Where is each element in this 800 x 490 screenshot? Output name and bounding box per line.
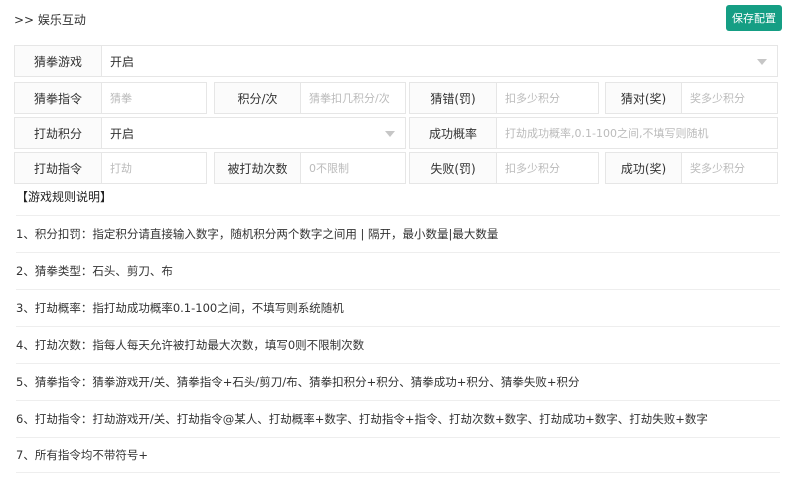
rob-prob-input[interactable]: 打劫成功概率,0.1-100之间,不填写则随机 [496, 117, 778, 149]
rule-item: 2、猜拳类型：石头、剪刀、布 [16, 252, 780, 288]
game-select-value: 开启 [110, 54, 135, 69]
rob-select[interactable]: 开启 [101, 117, 406, 149]
rob-times-input[interactable]: 0不限制 [300, 152, 406, 184]
chevron-down-icon [757, 59, 767, 65]
rob-prob-label: 成功概率 [409, 117, 497, 149]
guess-right-input[interactable]: 奖多少积分 [681, 82, 778, 114]
form-row-guess: 猜拳指令 猜拳 积分/次 猜拳扣几积分/次 猜错(罚) 扣多少积分 猜对(奖) … [14, 82, 778, 114]
rule-item: 3、打劫概率：指打劫成功概率0.1-100之间，不填写则系统随机 [16, 289, 780, 325]
top-bar: >> 娱乐互动 保存配置 [0, 0, 800, 38]
rob-select-value: 开启 [110, 126, 135, 141]
guess-wrong-input[interactable]: 扣多少积分 [496, 82, 599, 114]
game-select[interactable]: 开启 [101, 45, 778, 77]
form-row-rob: 打劫积分 开启 成功概率 打劫成功概率,0.1-100之间,不填写则随机 [14, 117, 778, 149]
guess-points-input[interactable]: 猜拳扣几积分/次 [300, 82, 406, 114]
form-row-robcmd: 打劫指令 打劫 被打劫次数 0不限制 失败(罚) 扣多少积分 成功(奖) 奖多少… [14, 152, 778, 184]
rule-item: 1、积分扣罚：指定积分请直接输入数字，随机积分两个数字之间用 | 隔开，最小数量… [16, 215, 780, 251]
form-row-game: 猜拳游戏 开启 [14, 45, 778, 77]
guess-points-label: 积分/次 [214, 82, 301, 114]
rob-cmd-label: 打劫指令 [14, 152, 102, 184]
guess-cmd-label: 猜拳指令 [14, 82, 102, 114]
chevron-down-icon [385, 131, 395, 137]
guess-cmd-input[interactable]: 猜拳 [101, 82, 207, 114]
rule-item: 5、猜拳指令：猜拳游戏开/关、猜拳指令+石头/剪刀/布、猜拳扣积分+积分、猜拳成… [16, 363, 780, 399]
rob-success-input[interactable]: 奖多少积分 [681, 152, 778, 184]
rob-fail-input[interactable]: 扣多少积分 [496, 152, 599, 184]
rob-fail-label: 失败(罚) [409, 152, 497, 184]
save-config-button[interactable]: 保存配置 [726, 5, 782, 31]
page-title: >> 娱乐互动 [14, 13, 86, 27]
rule-item: 6、打劫指令：打劫游戏开/关、打劫指令@某人、打劫概率+数字、打劫指令+指令、打… [16, 400, 780, 436]
rule-item: 4、打劫次数：指每人每天允许被打劫最大次数，填写0则不限制次数 [16, 326, 780, 362]
rob-label: 打劫积分 [14, 117, 102, 149]
rob-success-label: 成功(奖) [605, 152, 682, 184]
rob-cmd-input[interactable]: 打劫 [101, 152, 207, 184]
rob-times-label: 被打劫次数 [214, 152, 301, 184]
rules-title: 【游戏规则说明】 [16, 190, 113, 204]
guess-right-label: 猜对(奖) [605, 82, 682, 114]
guess-wrong-label: 猜错(罚) [409, 82, 497, 114]
rule-item: 7、所有指令均不带符号+ [16, 437, 780, 473]
game-label: 猜拳游戏 [14, 45, 102, 77]
